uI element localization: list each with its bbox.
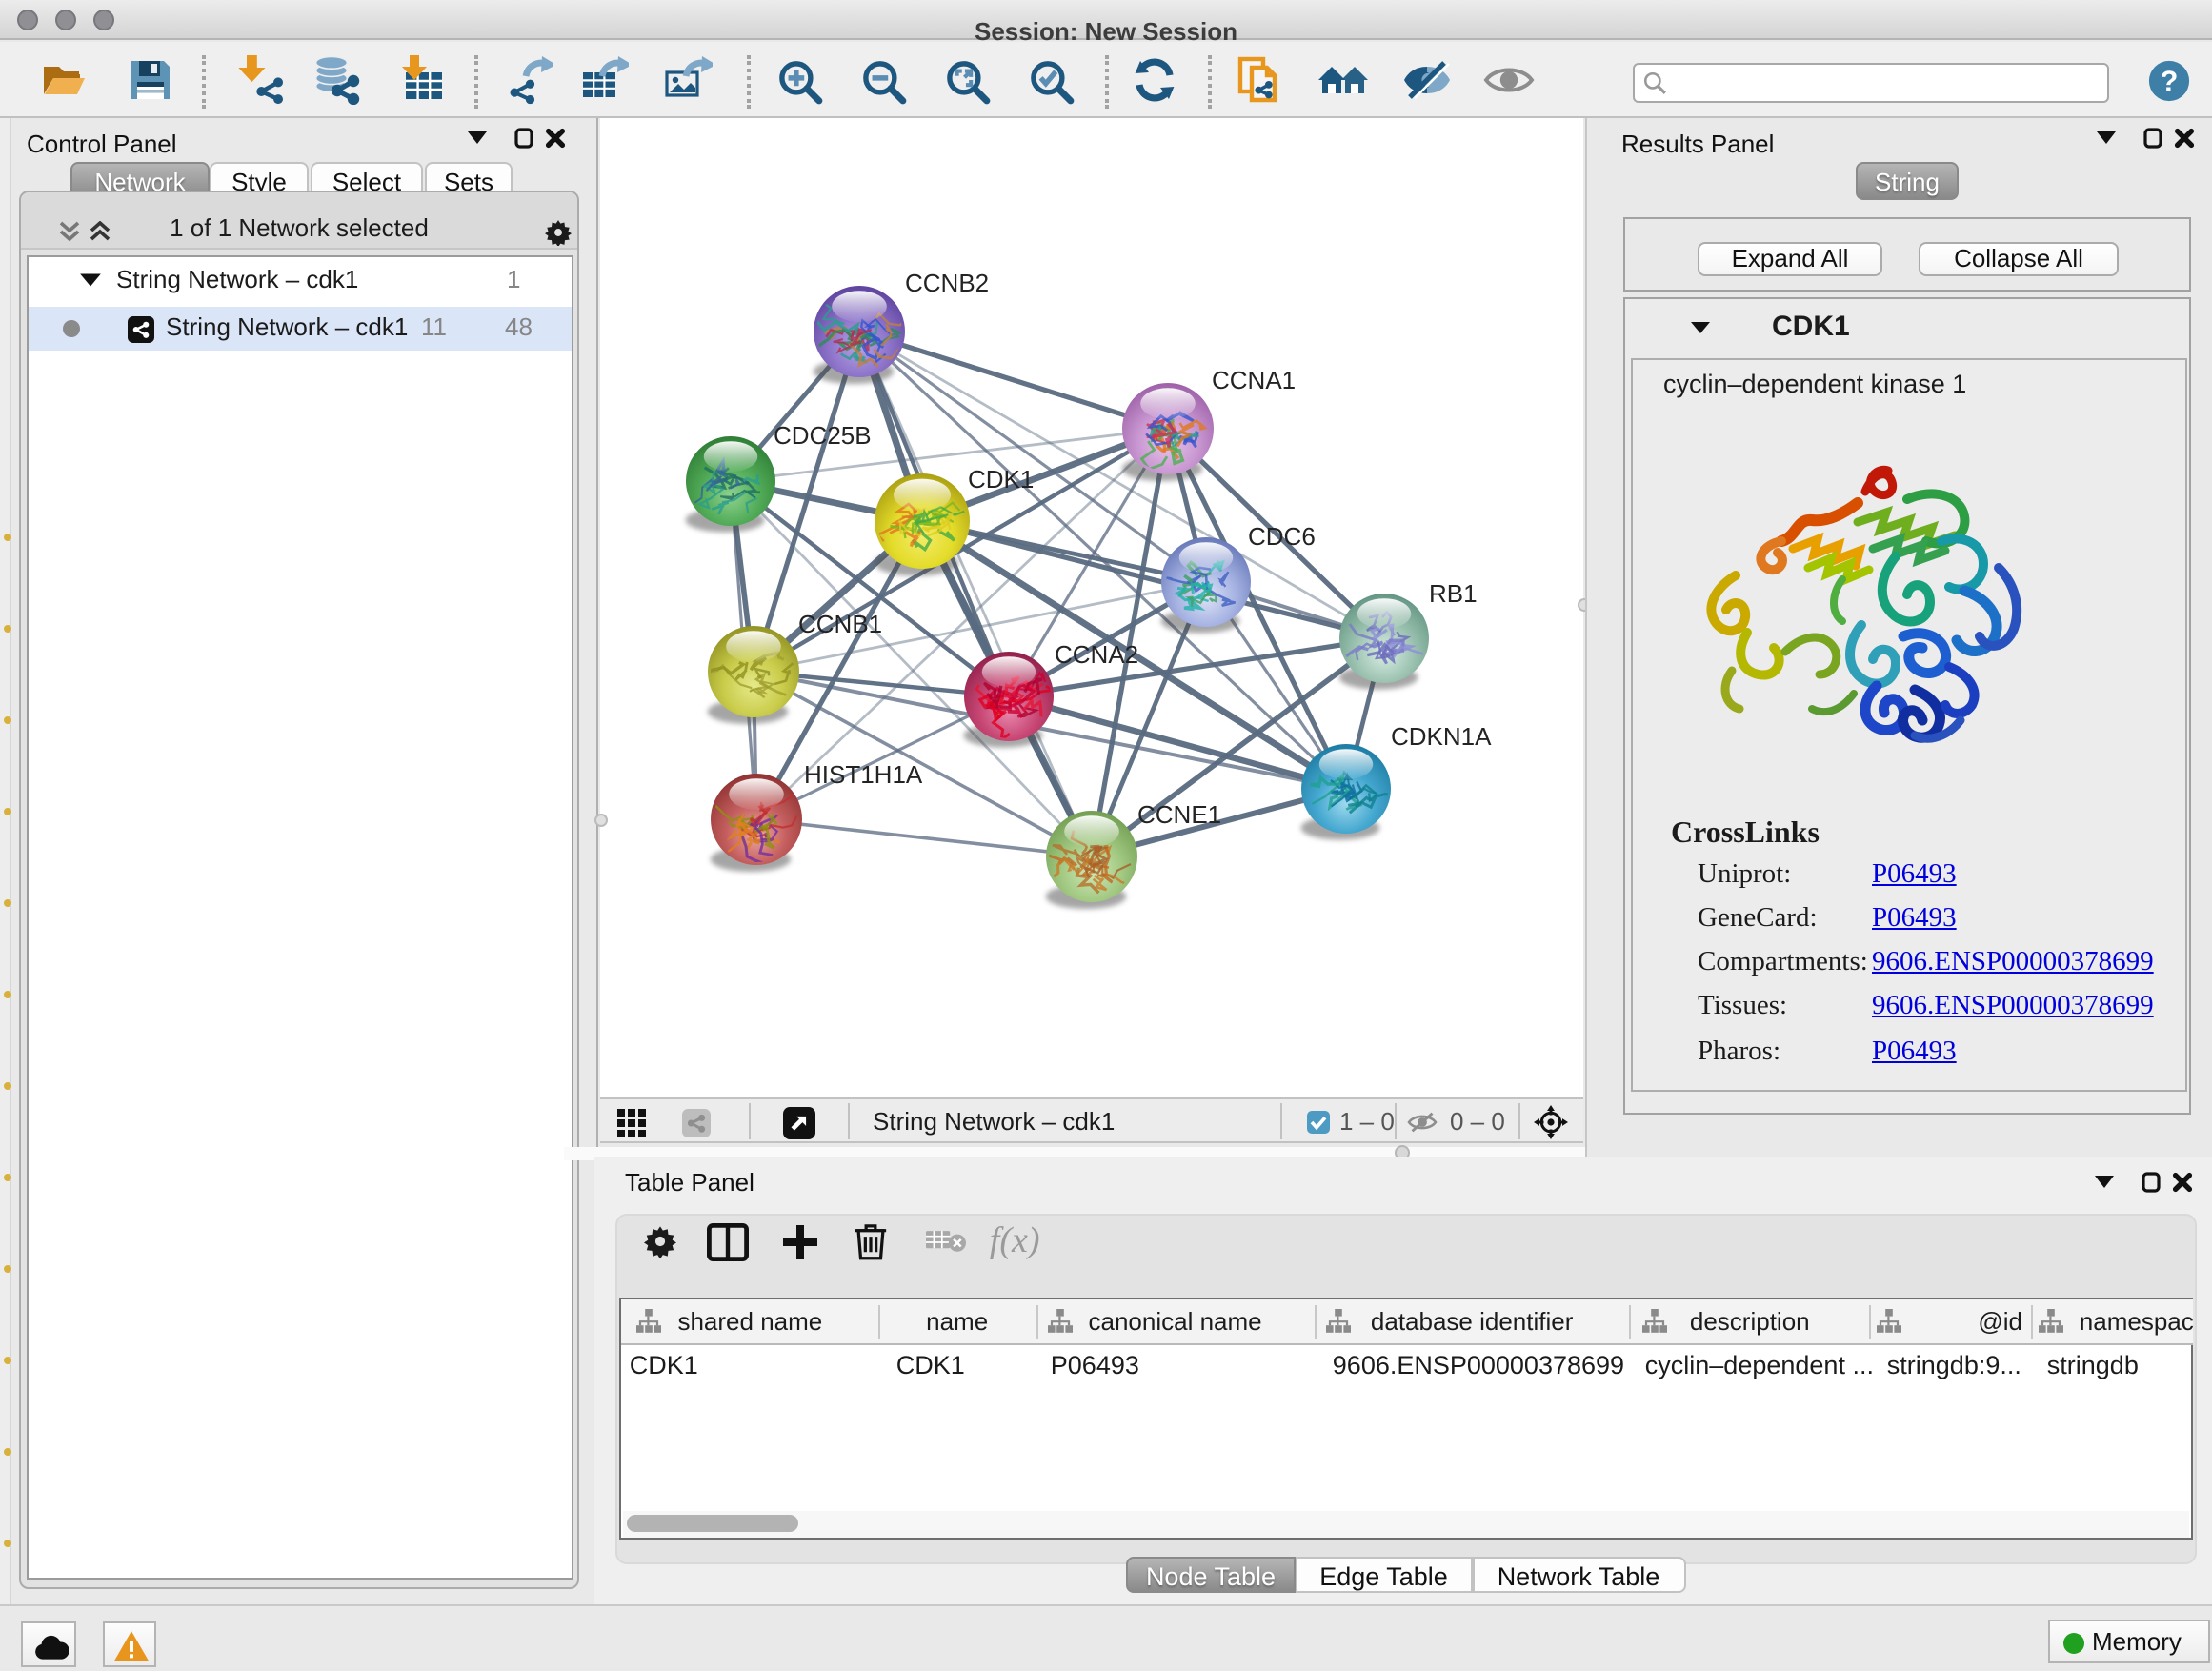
svg-text:?: ? <box>2160 65 2178 97</box>
